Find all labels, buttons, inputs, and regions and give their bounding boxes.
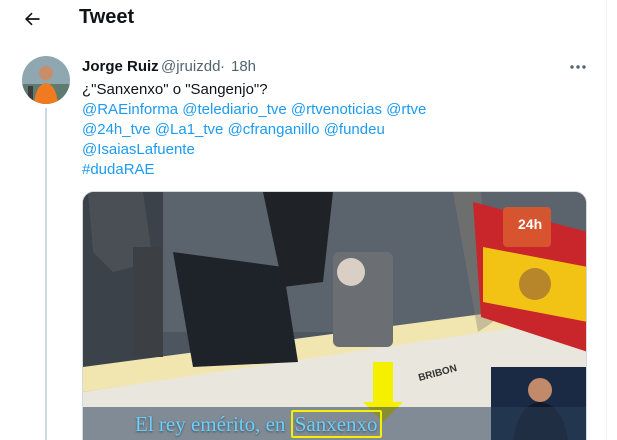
arrow-left-icon [24, 12, 40, 26]
column-border [606, 0, 607, 440]
thread-line [45, 108, 47, 440]
more-options-button[interactable] [566, 58, 590, 76]
mention-link[interactable]: @telediario_tve [182, 101, 286, 118]
more-horizontal-icon [570, 65, 586, 69]
back-button[interactable] [14, 2, 50, 36]
video-caption: El rey emérito, en Sanxenxo [135, 410, 382, 438]
mention-link[interactable]: @RAEinforma [82, 101, 178, 118]
caption-text: El rey emérito, en [135, 412, 291, 436]
mention-link[interactable]: @rtve [386, 101, 426, 118]
page-header: Tweet [0, 0, 606, 38]
mentions-line-3: @IsaiasLafuente [82, 140, 195, 160]
hashtag-link[interactable]: #dudaRAE [82, 161, 155, 178]
mention-link[interactable]: @rtvenoticias [291, 101, 382, 118]
mentions-line-2: @24h_tve @La1_tve @cfranganillo @fundeu [82, 120, 385, 140]
hashtag-line: #dudaRAE [82, 160, 155, 180]
separator-dot: · [220, 58, 225, 75]
mention-link[interactable]: @IsaiasLafuente [82, 141, 195, 158]
avatar[interactable] [22, 56, 70, 104]
author-handle[interactable]: @jruizdd [161, 58, 220, 75]
mention-link[interactable]: @24h_tve [82, 121, 151, 138]
mention-link[interactable]: @La1_tve [155, 121, 224, 138]
tweet-media[interactable]: 24h BRIBON El rey emérito, en Sanxenxo [82, 191, 587, 440]
tweet-timestamp[interactable]: 18h [231, 58, 256, 75]
boat-scene-image [83, 192, 586, 440]
tweet-question: ¿"Sanxenxo" o "Sangenjo"? [82, 81, 268, 98]
channel-logo: 24h [518, 216, 543, 232]
page-title: Tweet [79, 6, 135, 28]
mention-link[interactable]: @cfranganillo [228, 121, 320, 138]
mention-link[interactable]: @fundeu [324, 121, 385, 138]
mentions-line-1: @RAEinforma @telediario_tve @rtvenoticia… [82, 100, 426, 120]
author-name[interactable]: Jorge Ruiz [82, 58, 159, 75]
caption-highlight: Sanxenxo [290, 410, 382, 438]
